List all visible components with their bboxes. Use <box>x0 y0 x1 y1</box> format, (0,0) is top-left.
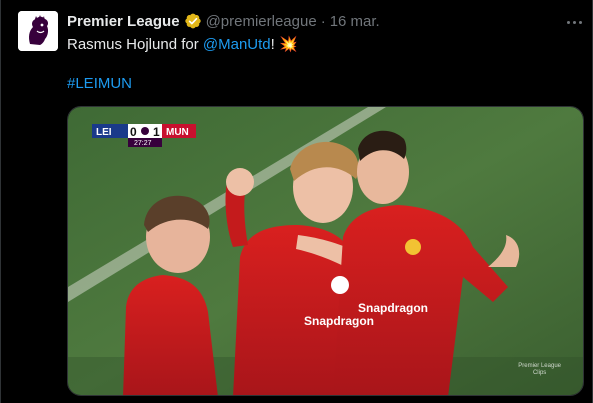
collision-emoji-icon: 💥 <box>278 36 298 53</box>
home-score: 0 <box>130 125 137 139</box>
pl-lion-icon <box>141 127 149 135</box>
away-score: 1 <box>153 125 160 139</box>
broadcast-watermark: Premier League Clips <box>518 363 561 377</box>
tweet-date[interactable]: 16 mar. <box>330 13 380 30</box>
shirt-sponsor-right: Snapdragon <box>358 301 428 315</box>
verified-badge-icon <box>184 13 201 29</box>
premier-league-logo-icon <box>18 11 58 51</box>
tweet-text-before: Rasmus Hojlund for <box>67 36 203 53</box>
mention-link[interactable]: @ManUtd <box>203 36 271 53</box>
separator: · <box>320 12 326 30</box>
tweet-card[interactable]: Premier League @premierleague · 16 mar. … <box>0 0 593 403</box>
home-team: LEI <box>96 127 112 138</box>
author-handle[interactable]: @premierleague <box>206 13 317 30</box>
match-clock: 27:27 <box>134 140 152 147</box>
tweet-text: Rasmus Hojlund for @ManUtd! 💥 <box>67 35 298 55</box>
celebration-scene: Snapdragon Snapdragon LEI 0 1 MUN 27:27 <box>68 107 583 395</box>
shirt-sponsor-center: Snapdragon <box>304 314 374 328</box>
author-name[interactable]: Premier League <box>67 13 180 30</box>
watermark-line2: Clips <box>532 370 547 376</box>
tweet-text-after: ! <box>270 36 279 53</box>
video-media[interactable]: Snapdragon Snapdragon LEI 0 1 MUN 27:27 … <box>67 106 584 396</box>
avatar[interactable] <box>18 11 58 51</box>
away-team: MUN <box>166 127 189 138</box>
watermark-line1: Premier League <box>518 363 561 369</box>
hashtag-link[interactable]: #LEIMUN <box>67 75 132 92</box>
more-options-icon[interactable] <box>563 14 585 30</box>
